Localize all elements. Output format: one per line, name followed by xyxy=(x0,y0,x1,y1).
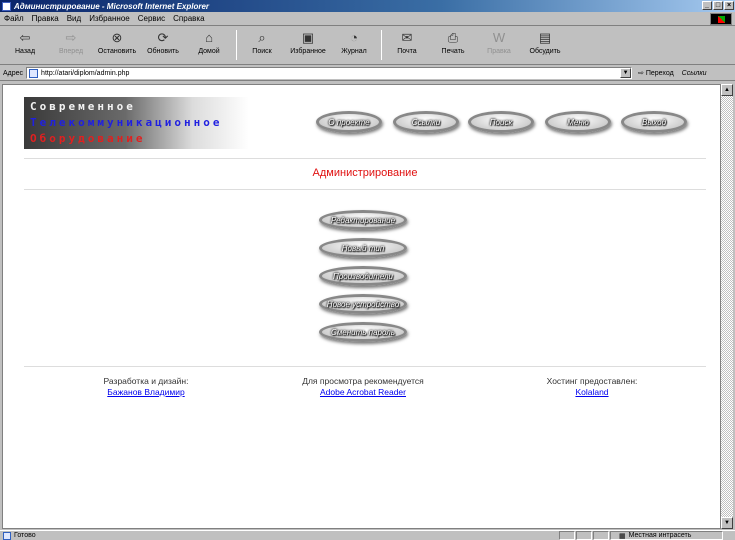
edit-icon: W xyxy=(492,30,506,45)
discuss-icon: ▤ xyxy=(538,30,552,45)
window-title-bar: Администрирование - Microsoft Internet E… xyxy=(0,0,735,12)
footer-acrobat-link[interactable]: Adobe Acrobat Reader xyxy=(248,387,478,397)
footer-host-link[interactable]: Kolaland xyxy=(477,387,707,397)
security-zone: ▦ Местная интрасеть xyxy=(610,531,723,540)
back-button[interactable]: ⇦ Назад xyxy=(4,27,46,55)
discuss-button[interactable]: ▤ Обсудить xyxy=(524,27,566,55)
intranet-icon: ▦ xyxy=(619,532,626,540)
menu-view[interactable]: Вид xyxy=(67,14,81,23)
toolbar-separator xyxy=(236,30,237,60)
page-content: Современное Телекоммуникационное Оборудо… xyxy=(2,84,721,529)
address-label: Адрес xyxy=(3,69,24,77)
address-dropdown-icon[interactable]: ▼ xyxy=(620,68,632,78)
admin-new-type-button[interactable]: Новый тип xyxy=(319,238,407,258)
go-button[interactable]: ⇨ Переход xyxy=(638,69,674,77)
menu-tools[interactable]: Сервис xyxy=(138,14,165,23)
menu-edit[interactable]: Правка xyxy=(32,14,59,23)
menu-help[interactable]: Справка xyxy=(173,14,204,23)
nav-links-button[interactable]: Ссылки xyxy=(393,111,459,133)
page-status-icon xyxy=(3,531,11,540)
window-title: Администрирование - Microsoft Internet E… xyxy=(14,1,210,11)
search-icon: ⌕ xyxy=(258,30,266,45)
edit-button[interactable]: W Правка xyxy=(478,27,520,55)
admin-manufacturers-button[interactable]: Производители xyxy=(319,266,407,286)
page-icon xyxy=(29,68,39,78)
footer-viewer: Для просмотра рекомендуется Adobe Acroba… xyxy=(248,376,478,397)
admin-new-device-button[interactable]: Новое устройство xyxy=(319,294,407,314)
close-button[interactable]: × xyxy=(724,1,734,10)
footer-host-label: Хостинг предоставлен: xyxy=(546,376,638,386)
admin-change-password-button[interactable]: Сменить пароль xyxy=(319,322,407,342)
forward-button[interactable]: ⇨ Вперед xyxy=(50,27,92,55)
stop-button[interactable]: ⊗ Остановить xyxy=(96,27,138,55)
address-input[interactable]: http://atari/diplom/admin.php ▼ xyxy=(26,67,633,79)
nav-search-button[interactable]: Поиск xyxy=(468,111,534,133)
maximize-button[interactable]: □ xyxy=(713,1,723,10)
nav-exit-button[interactable]: Выход xyxy=(621,111,687,133)
scroll-up-icon[interactable]: ▲ xyxy=(721,84,733,96)
refresh-icon: ⟳ xyxy=(157,30,169,45)
menu-file[interactable]: Файл xyxy=(4,14,24,23)
favorites-button[interactable]: ▣ Избранное xyxy=(287,27,329,55)
refresh-button[interactable]: ⟳ Обновить xyxy=(142,27,184,55)
mail-icon: ✉ xyxy=(401,30,413,45)
windows-logo-icon xyxy=(710,13,732,25)
site-logo[interactable]: Современное Телекоммуникационное Оборудо… xyxy=(24,97,249,149)
address-url: http://atari/diplom/admin.php xyxy=(41,69,130,77)
vertical-scrollbar[interactable]: ▲ ▼ xyxy=(721,84,733,529)
logo-line-1: Современное xyxy=(30,100,136,113)
status-bar: Готово ▦ Местная интрасеть xyxy=(0,530,735,540)
footer-dev-link[interactable]: Бажанов Владимир xyxy=(31,387,261,397)
ie-icon xyxy=(2,1,11,11)
search-button[interactable]: ⌕ Поиск xyxy=(241,27,283,55)
divider xyxy=(24,189,706,190)
forward-arrow-icon: ⇨ xyxy=(65,30,77,45)
scroll-down-icon[interactable]: ▼ xyxy=(721,517,733,529)
menu-favorites[interactable]: Избранное xyxy=(89,14,130,23)
status-cell xyxy=(576,531,592,540)
admin-edit-button[interactable]: Редактирование xyxy=(319,210,407,230)
printer-icon: ⎙ xyxy=(447,30,459,45)
links-button[interactable]: Ссылки xyxy=(682,70,707,77)
status-cell xyxy=(593,531,609,540)
print-button[interactable]: ⎙ Печать xyxy=(432,27,474,55)
footer-divider xyxy=(24,366,706,367)
favorites-icon: ▣ xyxy=(301,30,315,45)
status-cell xyxy=(559,531,575,540)
go-arrow-icon: ⇨ xyxy=(638,70,646,77)
back-arrow-icon: ⇦ xyxy=(19,30,31,45)
nav-menu-button[interactable]: Меню xyxy=(545,111,611,133)
go-label: Переход xyxy=(645,70,674,77)
minimize-button[interactable]: _ xyxy=(702,1,712,10)
logo-line-2: Телекоммуникационное xyxy=(30,116,223,129)
nav-about-button[interactable]: О проекте xyxy=(316,111,382,133)
footer-developer: Разработка и дизайн: Бажанов Владимир xyxy=(31,376,261,397)
toolbar: ⇦ Назад ⇨ Вперед ⊗ Остановить ⟳ Обновить ⌂ До… xyxy=(0,27,735,65)
zone-label: Местная интрасеть xyxy=(628,532,692,539)
footer-hosting: Хостинг предоставлен: Kolaland xyxy=(477,376,707,397)
page-title: Администрирование xyxy=(312,167,418,179)
home-button[interactable]: ⌂ Домой xyxy=(188,27,230,55)
divider xyxy=(24,158,706,159)
logo-line-3: Оборудование xyxy=(30,132,146,145)
status-text: Готово xyxy=(14,532,36,539)
footer-view-label: Для просмотра рекомендуется xyxy=(302,376,424,386)
footer-dev-label: Разработка и дизайн: xyxy=(103,376,189,386)
history-button[interactable]: ◔ Журнал xyxy=(333,27,375,55)
menu-bar: Файл Правка Вид Избранное Сервис Справка xyxy=(0,12,735,26)
stop-icon: ⊗ xyxy=(111,30,123,45)
address-bar: Адрес http://atari/diplom/admin.php ▼ ⇨ … xyxy=(0,66,735,81)
toolbar-separator xyxy=(381,30,382,60)
home-icon: ⌂ xyxy=(205,30,213,45)
mail-button[interactable]: ✉ Почта xyxy=(386,27,428,55)
history-icon: ◔ xyxy=(350,30,358,45)
